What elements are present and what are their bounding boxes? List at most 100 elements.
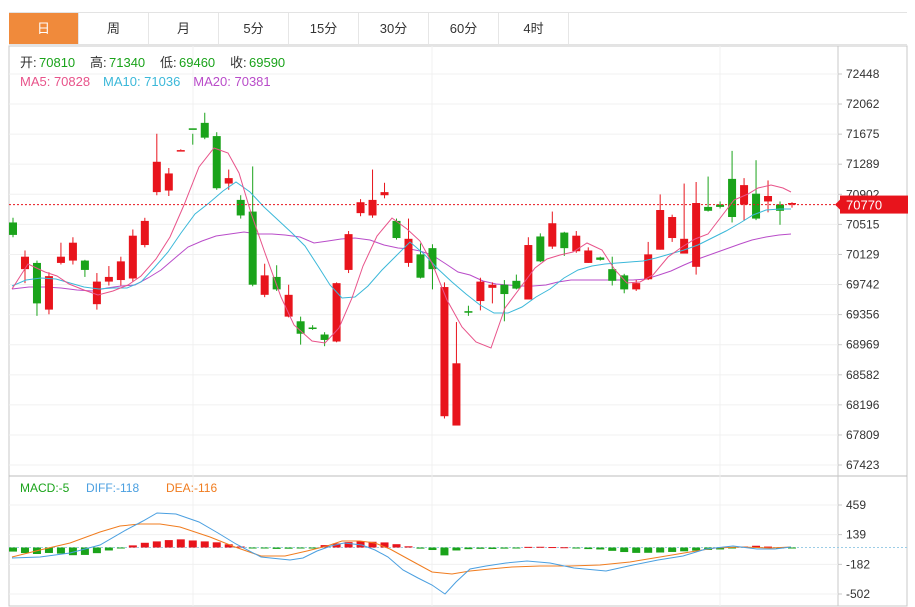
price-tick-label: 67423 [846, 458, 880, 472]
candle [164, 167, 173, 197]
candle-body [656, 210, 665, 250]
macd-bar [452, 547, 461, 551]
macd-bar [248, 547, 257, 549]
macd-legend-1: DIFF:-118 [86, 481, 139, 495]
kline-chart: 7244872062716757128970902705157012969742… [8, 45, 908, 607]
macd-bar [152, 541, 161, 548]
candle [536, 233, 545, 263]
macd-tick-label: -182 [846, 557, 870, 571]
macd-bar [680, 547, 689, 552]
candle [692, 182, 701, 275]
candle [752, 160, 761, 221]
candle-body [68, 242, 77, 261]
candle [104, 266, 113, 286]
macd-bar [560, 547, 569, 549]
candle-body [116, 261, 125, 281]
macd-bar [548, 547, 557, 549]
candle [32, 260, 41, 316]
macd-legend-0: MACD:-5 [20, 481, 70, 495]
candle-body [464, 311, 473, 313]
candle-body [728, 178, 737, 218]
candle-body [692, 203, 701, 267]
macd-tick-label: -502 [846, 587, 870, 601]
candle-body [344, 234, 353, 270]
candle-body [188, 128, 197, 130]
candle [740, 178, 749, 221]
ohlc-value-1: 71340 [109, 55, 145, 70]
candle-body [296, 321, 305, 334]
macd-bar [620, 547, 629, 553]
candle [368, 169, 377, 218]
macd-bar [284, 547, 293, 549]
candle [596, 256, 605, 261]
candle [560, 231, 569, 256]
macd-bar [512, 547, 521, 549]
candle-body [56, 256, 65, 263]
macd-bar [9, 547, 17, 552]
candle [56, 242, 65, 265]
candle [200, 112, 209, 140]
candle [92, 273, 101, 310]
candle [428, 244, 437, 290]
macd-bar [140, 542, 149, 548]
macd-bar [416, 547, 425, 549]
macd-bar [440, 547, 449, 556]
candle [212, 132, 221, 190]
macd-bar [128, 545, 137, 548]
chart-frame [8, 45, 908, 607]
candle [20, 250, 29, 284]
candle [548, 211, 557, 249]
candle [344, 231, 353, 274]
candle-body [488, 284, 497, 288]
ohlc-value-0: 70810 [39, 55, 75, 70]
macd-bar [188, 540, 197, 548]
candle-body [152, 161, 161, 193]
macd-bar [608, 547, 617, 551]
macd-bar [584, 547, 593, 550]
candle-body [500, 284, 509, 295]
candle-body [164, 173, 173, 191]
price-tick-label: 68582 [846, 368, 880, 382]
candle [176, 149, 185, 152]
candle [668, 214, 677, 242]
macd-tick-label: 459 [846, 498, 866, 512]
price-tick-label: 68969 [846, 338, 880, 352]
macd-bar [644, 547, 653, 553]
candle-body [260, 275, 269, 295]
macd-bar [404, 546, 413, 548]
candle [356, 199, 365, 217]
macd-bar [656, 547, 665, 553]
ohlc-label-1: 高: [90, 55, 107, 70]
ohlc-label-3: 收: [230, 55, 247, 70]
candle [500, 280, 509, 322]
candle-body [560, 232, 569, 249]
macd-bar [308, 547, 317, 549]
candle-body [128, 235, 137, 279]
macd-bar [632, 547, 641, 553]
macd-bar [296, 547, 305, 549]
macd-bar [500, 547, 509, 549]
macd-bar [476, 547, 485, 549]
candle [512, 274, 521, 290]
macd-bar [272, 547, 281, 549]
candle [440, 282, 449, 419]
candle [380, 182, 389, 199]
grid [8, 45, 908, 607]
candle [728, 150, 737, 223]
candle-body [548, 223, 557, 247]
macd-bar [524, 546, 533, 548]
price-tick-label: 71675 [846, 127, 880, 141]
macd-bar [572, 547, 581, 549]
candle-body [632, 283, 641, 290]
candle-body [356, 202, 365, 214]
candle-body [92, 281, 101, 305]
candle-body [44, 276, 53, 310]
macd-bar [116, 547, 125, 549]
price-tick-label: 67809 [846, 428, 880, 442]
macd-tick-label: 139 [846, 528, 866, 542]
macd-bar [164, 540, 173, 548]
candle [656, 194, 665, 250]
ohlc-value-3: 69590 [249, 55, 285, 70]
candle [116, 256, 125, 286]
candle-body [572, 235, 581, 252]
